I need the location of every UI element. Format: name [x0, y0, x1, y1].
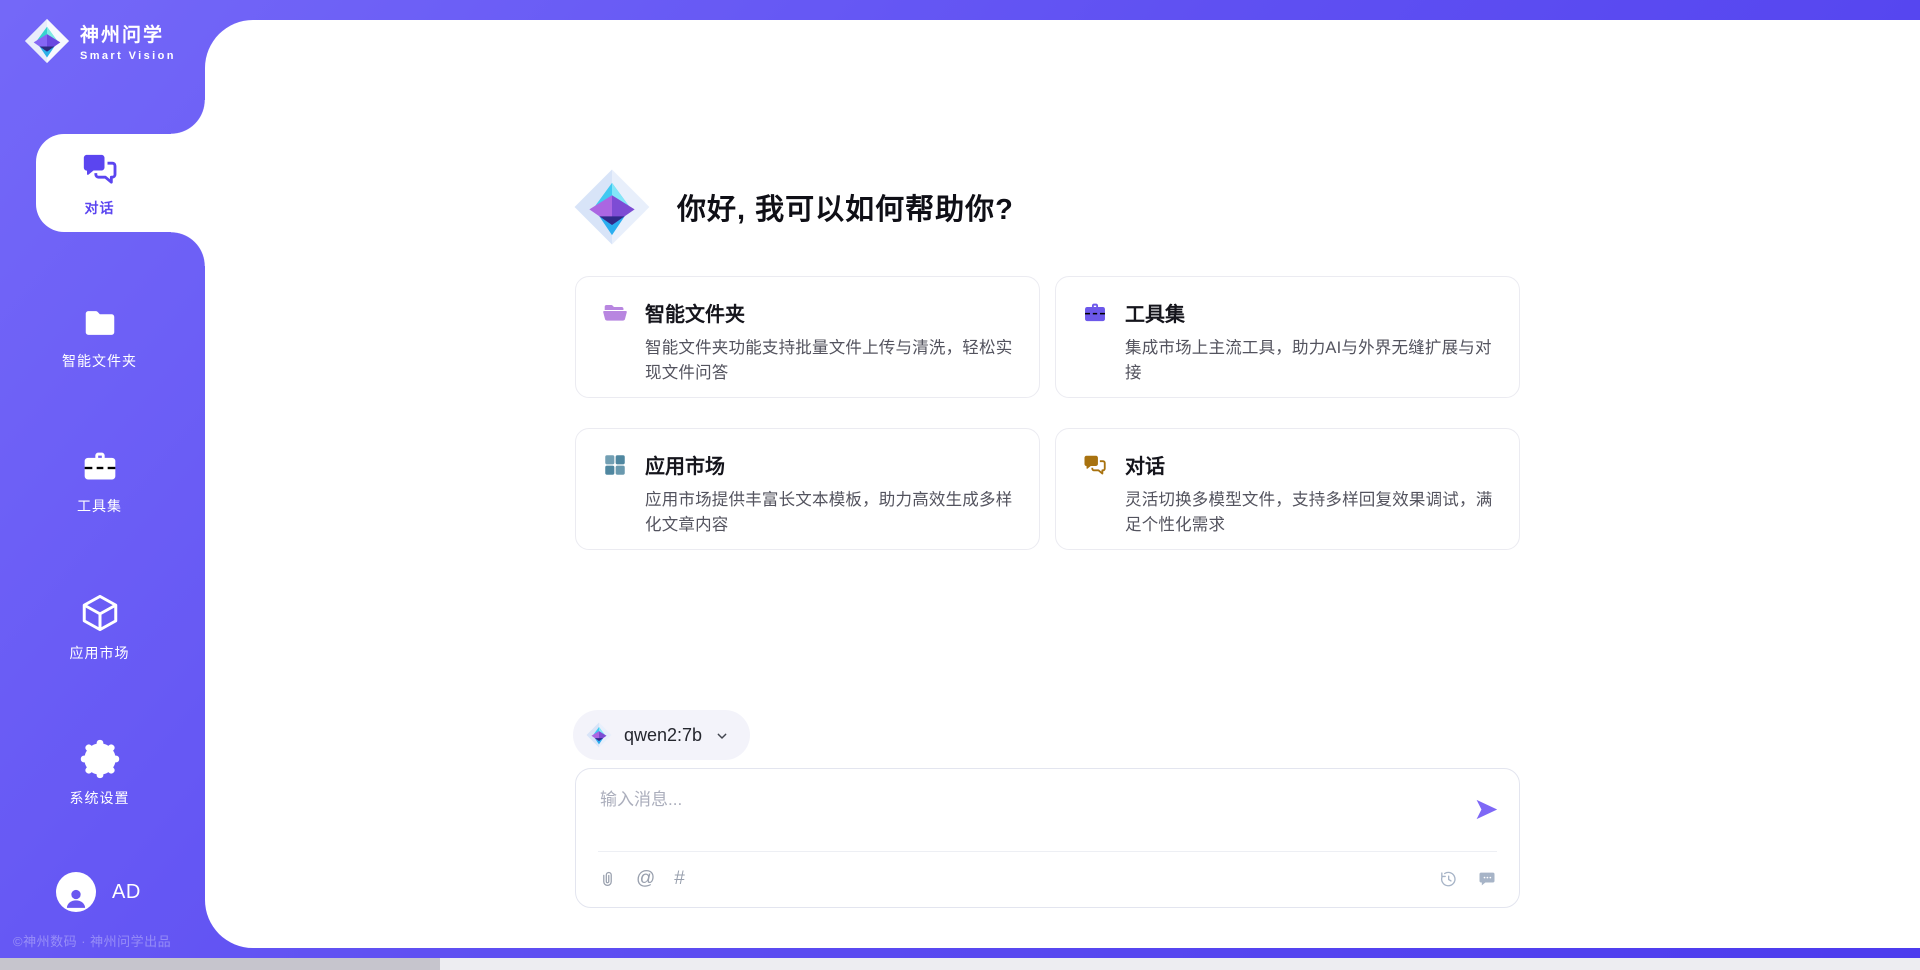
card-description: 应用市场提供丰富长文本模板，助力高效生成多样化文章内容: [645, 488, 1013, 538]
avatar: [56, 872, 96, 912]
model-selector[interactable]: qwen2:7b: [573, 710, 750, 760]
card-description: 智能文件夹功能支持批量文件上传与清洗，轻松实现文件问答: [645, 336, 1013, 386]
horizontal-scrollbar: [0, 958, 1920, 970]
chevron-down-icon: [714, 728, 730, 744]
card-smart-folder[interactable]: 智能文件夹 智能文件夹功能支持批量文件上传与清洗，轻松实现文件问答: [575, 276, 1040, 398]
main-content: 你好, 我可以如何帮助你? 智能文件夹 智能文件夹功能支持批量文件上传与清洗，轻…: [205, 20, 1920, 948]
open-folder-icon: [602, 300, 628, 326]
card-app-market[interactable]: 应用市场 应用市场提供丰富长文本模板，助力高效生成多样化文章内容: [575, 428, 1040, 550]
sidebar-item-label: 对话: [85, 198, 115, 218]
message-input[interactable]: [600, 785, 1430, 843]
send-button[interactable]: [1473, 796, 1500, 823]
scrollbar-thumb[interactable]: [0, 958, 440, 970]
feature-cards: 智能文件夹 智能文件夹功能支持批量文件上传与清洗，轻松实现文件问答 工具集 集成…: [575, 276, 1520, 550]
brand-name: 神州问学: [80, 20, 176, 47]
user-profile[interactable]: AD: [56, 872, 141, 912]
card-title: 应用市场: [645, 450, 725, 479]
sidebar-item-app-market[interactable]: 应用市场: [36, 578, 205, 676]
brand: 神州问学 Smart Vision: [24, 18, 176, 64]
brand-logo-icon: [24, 18, 70, 64]
composer-divider: [598, 851, 1497, 852]
gear-icon: [80, 739, 120, 779]
model-name: qwen2:7b: [624, 725, 702, 746]
sidebar-item-chat[interactable]: 对话: [36, 134, 205, 232]
sidebar-item-label: 工具集: [77, 496, 122, 516]
chat-bubble-icon: [1477, 869, 1497, 889]
composer-toolbar: @ #: [598, 863, 1497, 895]
mention-button[interactable]: @: [636, 868, 655, 890]
history-icon: [1438, 869, 1458, 889]
sidebar-item-smart-folder[interactable]: 智能文件夹: [36, 288, 205, 386]
greeting: 你好, 我可以如何帮助你?: [573, 166, 1014, 248]
grid-icon: [602, 452, 628, 478]
card-title: 工具集: [1125, 298, 1185, 327]
card-title: 对话: [1125, 450, 1165, 479]
hashtag-button[interactable]: #: [674, 868, 685, 890]
toolbox-icon: [80, 447, 120, 487]
card-description: 集成市场上主流工具，助力AI与外界无缝扩展与对接: [1125, 336, 1493, 386]
sidebar-item-label: 应用市场: [70, 643, 130, 663]
conversation-button[interactable]: [1477, 869, 1497, 889]
composer: @ #: [575, 768, 1520, 908]
toolbox-icon: [1082, 300, 1108, 326]
sidebar-item-toolset[interactable]: 工具集: [36, 432, 205, 530]
cube-icon: [79, 592, 121, 634]
card-toolset[interactable]: 工具集 集成市场上主流工具，助力AI与外界无缝扩展与对接: [1055, 276, 1520, 398]
model-diamond-icon: [586, 722, 612, 748]
sidebar-item-label: 系统设置: [70, 788, 130, 808]
app-window: 神州问学 Smart Vision 对话 智能文件夹 工具集 应用市场 系统设置: [0, 0, 1920, 970]
greeting-title: 你好, 我可以如何帮助你?: [677, 186, 1014, 228]
sidebar-item-label: 智能文件夹: [62, 351, 137, 371]
history-button[interactable]: [1438, 869, 1458, 889]
send-icon: [1473, 796, 1500, 823]
card-description: 灵活切换多模型文件，支持多样回复效果调试，满足个性化需求: [1125, 488, 1493, 538]
brand-subtitle: Smart Vision: [80, 50, 176, 62]
paperclip-icon: [598, 870, 617, 889]
chat-icon: [80, 149, 120, 189]
folder-icon: [81, 304, 119, 342]
sidebar-item-system-settings[interactable]: 系统设置: [36, 724, 205, 822]
card-title: 智能文件夹: [645, 298, 745, 327]
assistant-logo-icon: [573, 166, 651, 248]
card-chat[interactable]: 对话 灵活切换多模型文件，支持多样回复效果调试，满足个性化需求: [1055, 428, 1520, 550]
chat-icon: [1082, 452, 1108, 478]
person-icon: [62, 884, 90, 912]
attach-file-button[interactable]: [598, 870, 617, 889]
sidebar: 神州问学 Smart Vision 对话 智能文件夹 工具集 应用市场 系统设置: [0, 0, 205, 970]
sidebar-footer: ©神州数码 · 神州问学出品: [13, 931, 171, 950]
user-initials: AD: [112, 881, 141, 904]
